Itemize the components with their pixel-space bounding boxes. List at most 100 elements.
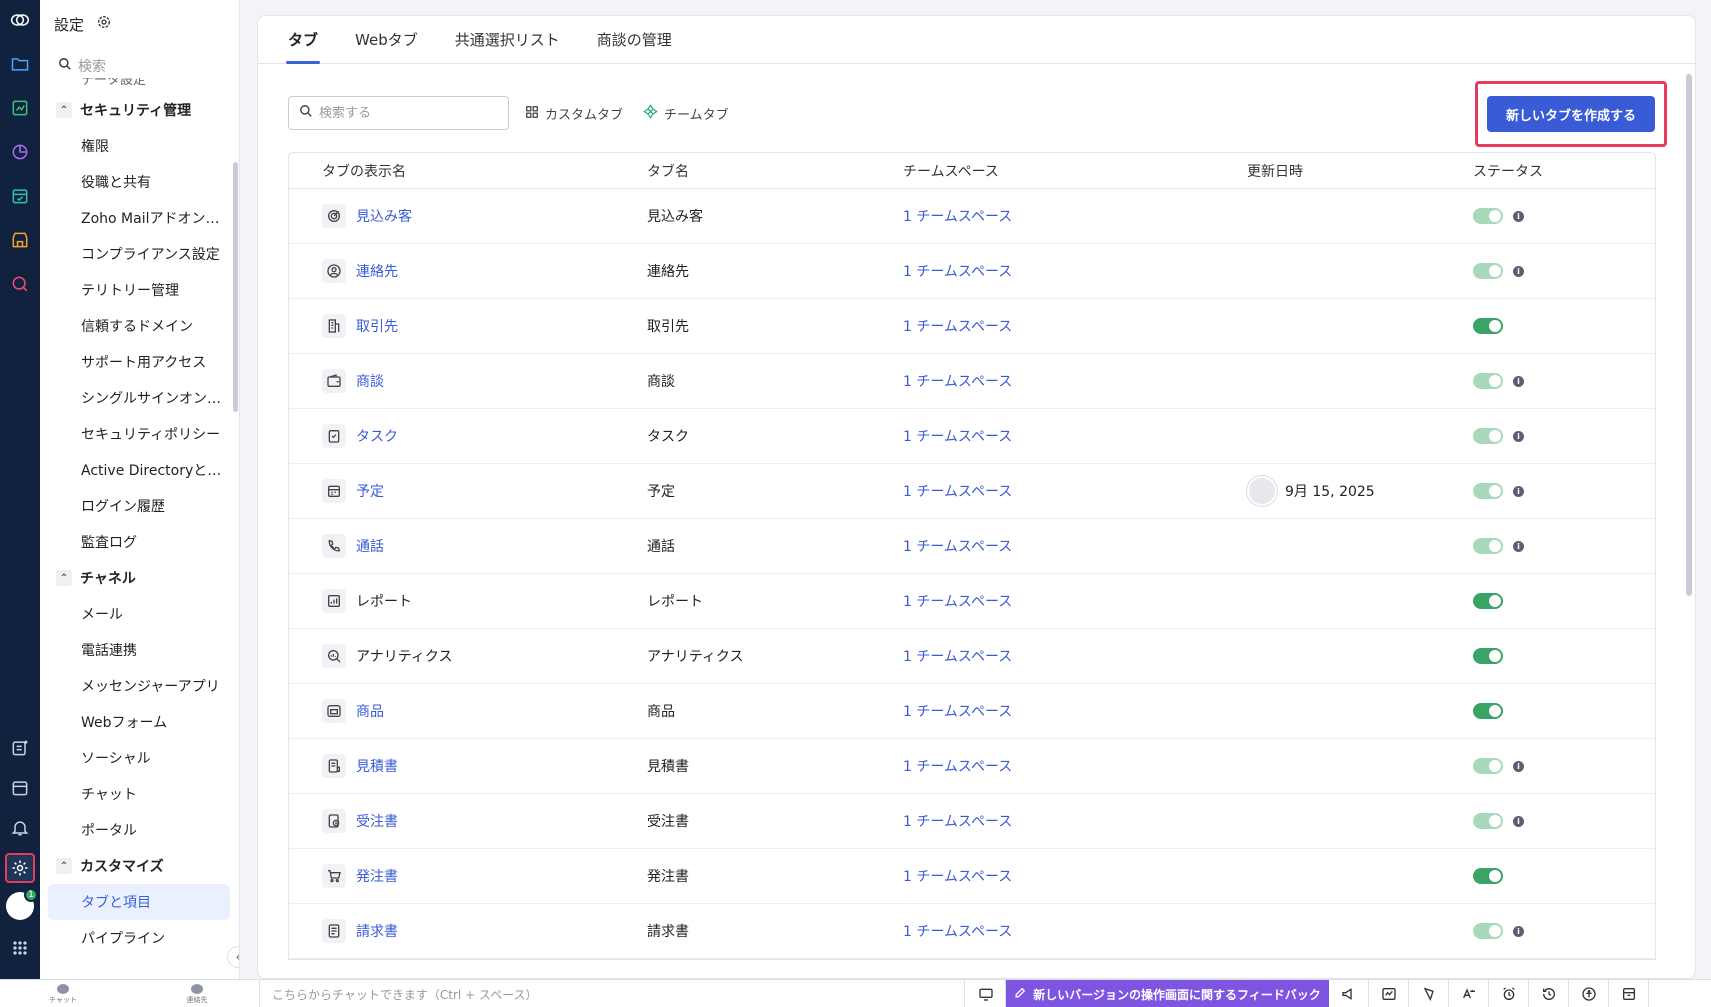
sidebar-item[interactable]: コンプライアンス設定 <box>40 236 230 272</box>
megaphone-icon[interactable] <box>1329 980 1369 1007</box>
status-toggle[interactable] <box>1473 648 1503 664</box>
pie-chart-icon[interactable] <box>8 140 32 164</box>
tab-display-name[interactable]: 通話 <box>356 536 384 556</box>
history-icon[interactable] <box>1529 980 1569 1007</box>
tab-display-name[interactable]: 予定 <box>356 481 384 501</box>
sidebar-item[interactable]: Zoho Mailアドオン… <box>40 200 230 236</box>
sidebar-item[interactable]: パイプライン <box>40 920 230 956</box>
team-tab-filter[interactable]: チームタブ <box>643 104 729 123</box>
tab-display-name[interactable]: 商談 <box>356 371 384 391</box>
info-icon[interactable]: i <box>1513 815 1524 827</box>
search-analytics-icon[interactable] <box>8 272 32 296</box>
tab-1[interactable]: Webタブ <box>355 16 418 63</box>
screen-share-icon[interactable] <box>966 980 1006 1007</box>
custom-tab-filter[interactable]: カスタムタブ <box>525 104 623 123</box>
sidebar-item[interactable]: ログイン履歴 <box>40 488 230 524</box>
sidebar-group-header[interactable]: ⌃ チャネル <box>40 560 230 596</box>
team-space-link[interactable]: 1 チームスペース <box>903 869 1012 885</box>
sidebar-item[interactable]: Active Directoryと… <box>40 452 230 488</box>
tab-search-input[interactable] <box>319 105 489 121</box>
status-toggle[interactable] <box>1473 593 1503 609</box>
tab-display-name[interactable]: 見込み客 <box>356 206 412 226</box>
team-space-link[interactable]: 1 チームスペース <box>903 704 1012 720</box>
chat-nav[interactable]: チャット <box>46 980 80 1007</box>
tab-3[interactable]: 商談の管理 <box>597 16 672 63</box>
info-icon[interactable]: i <box>1513 485 1524 497</box>
tab-display-name[interactable]: タスク <box>356 426 398 446</box>
sign-icon[interactable] <box>1369 980 1409 1007</box>
team-space-link[interactable]: 1 チームスペース <box>903 429 1012 445</box>
sidebar-item[interactable]: 権限 <box>40 128 230 164</box>
contacts-nav[interactable]: 連絡先 <box>180 980 214 1007</box>
gear-icon[interactable] <box>96 14 112 34</box>
calendar-check-icon[interactable] <box>8 184 32 208</box>
clip-icon[interactable] <box>1409 980 1449 1007</box>
sidebar-item[interactable]: タブと項目 <box>48 884 230 920</box>
sidebar-item[interactable]: シングルサインオン… <box>40 380 230 416</box>
settings-icon[interactable] <box>5 853 35 883</box>
sidebar-item[interactable]: ポータル <box>40 812 230 848</box>
team-space-link[interactable]: 1 チームスペース <box>903 209 1012 225</box>
chat-input[interactable]: こちらからチャットできます（Ctrl + スペース） <box>259 980 965 1007</box>
sidebar-item[interactable]: チャット <box>40 776 230 812</box>
tab-display-name[interactable]: 受注書 <box>356 811 398 831</box>
archive-icon[interactable] <box>1609 980 1649 1007</box>
info-icon[interactable]: i <box>1513 210 1524 222</box>
sidebar-item[interactable]: テリトリー管理 <box>40 272 230 308</box>
apps-grid-icon[interactable] <box>8 936 32 960</box>
sidebar-item[interactable]: メール <box>40 596 230 632</box>
dashboard-icon[interactable] <box>8 96 32 120</box>
team-space-link[interactable]: 1 チームスペース <box>903 759 1012 775</box>
sidebar-item[interactable]: ソーシャル <box>40 740 230 776</box>
info-icon[interactable]: i <box>1513 540 1524 552</box>
sidebar-item[interactable]: 電話連携 <box>40 632 230 668</box>
collapse-sidebar-button[interactable]: ‹ <box>227 946 239 968</box>
info-icon[interactable]: i <box>1513 760 1524 772</box>
sidebar-item[interactable]: メッセンジャーアプリ <box>40 668 230 704</box>
main-scrollbar[interactable] <box>1686 74 1692 596</box>
team-space-link[interactable]: 1 チームスペース <box>903 814 1012 830</box>
notes-add-icon[interactable] <box>8 736 32 760</box>
team-space-link[interactable]: 1 チームスペース <box>903 924 1012 940</box>
info-icon[interactable]: i <box>1513 925 1524 937</box>
status-toggle[interactable] <box>1473 703 1503 719</box>
tab-display-name[interactable]: 請求書 <box>356 921 398 941</box>
info-icon[interactable]: i <box>1513 375 1524 387</box>
alarm-icon[interactable] <box>1489 980 1529 1007</box>
bell-icon[interactable] <box>8 816 32 840</box>
sidebar-group-header[interactable]: ⌃ セキュリティ管理 <box>40 92 230 128</box>
sidebar-item[interactable]: Webフォーム <box>40 704 230 740</box>
tab-display-name[interactable]: 見積書 <box>356 756 398 776</box>
sidebar-item[interactable]: セキュリティポリシー <box>40 416 230 452</box>
translate-icon[interactable] <box>1449 980 1489 1007</box>
sidebar-item[interactable]: 信頼するドメイン <box>40 308 230 344</box>
user-avatar[interactable]: 1 <box>6 888 38 920</box>
info-icon[interactable]: i <box>1513 430 1524 442</box>
tab-display-name[interactable]: 連絡先 <box>356 261 398 281</box>
sidebar-item[interactable]: 監査ログ <box>40 524 230 560</box>
tab-0[interactable]: タブ <box>285 16 321 64</box>
feedback-button[interactable]: 新しいバージョンの操作画面に関するフィードバック <box>1006 980 1329 1007</box>
team-space-link[interactable]: 1 チームスペース <box>903 319 1012 335</box>
accessibility-icon[interactable] <box>1569 980 1609 1007</box>
status-toggle[interactable] <box>1473 318 1503 334</box>
team-space-link[interactable]: 1 チームスペース <box>903 264 1012 280</box>
calendar-icon[interactable] <box>8 776 32 800</box>
store-icon[interactable] <box>8 228 32 252</box>
sidebar-group-header[interactable]: ⌃ カスタマイズ <box>40 848 230 884</box>
create-new-tab-button[interactable]: 新しいタブを作成する <box>1487 96 1655 132</box>
sidebar-item[interactable]: サポート用アクセス <box>40 344 230 380</box>
info-icon[interactable]: i <box>1513 265 1524 277</box>
team-space-link[interactable]: 1 チームスペース <box>903 484 1012 500</box>
tab-display-name[interactable]: 発注書 <box>356 866 398 886</box>
team-space-link[interactable]: 1 チームスペース <box>903 539 1012 555</box>
team-space-link[interactable]: 1 チームスペース <box>903 374 1012 390</box>
folder-icon[interactable] <box>8 52 32 76</box>
sidebar-item[interactable]: 役職と共有 <box>40 164 230 200</box>
status-toggle[interactable] <box>1473 868 1503 884</box>
sidebar-scrollbar[interactable] <box>233 162 238 412</box>
tab-2[interactable]: 共通選択リスト <box>455 16 560 63</box>
sidebar-item-cut[interactable]: データ設定 <box>40 78 230 92</box>
tab-display-name[interactable]: 取引先 <box>356 316 398 336</box>
tab-display-name[interactable]: 商品 <box>356 701 384 721</box>
